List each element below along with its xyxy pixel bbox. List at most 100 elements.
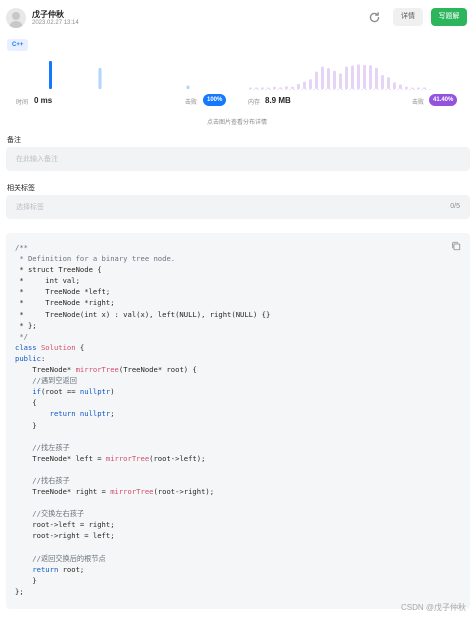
code-line: TreeNode* mirrorTree(TreeNode* root) { bbox=[15, 364, 270, 375]
memory-dist-bar-5 bbox=[279, 87, 282, 89]
code-token: nullptr bbox=[79, 387, 111, 397]
code-line: //交换左右孩子 bbox=[15, 508, 270, 519]
code-line: * int val; bbox=[15, 275, 270, 286]
time-label: 时间 bbox=[16, 100, 29, 106]
time-value: 0 ms bbox=[34, 96, 53, 105]
memory-dist-bar-14 bbox=[333, 70, 336, 89]
user-name[interactable]: 戊子仲秋 bbox=[32, 9, 64, 20]
code-token: root->left = right; bbox=[15, 520, 115, 530]
code-line: class Solution { bbox=[15, 342, 270, 353]
code-line: return root; bbox=[15, 564, 270, 575]
code-token: TreeNode* right = bbox=[15, 487, 111, 497]
memory-dist-bar-8 bbox=[297, 83, 300, 89]
code-line: */ bbox=[15, 331, 270, 342]
memory-dist-bar-21 bbox=[375, 67, 378, 89]
memory-dist-bar-10 bbox=[309, 79, 312, 89]
code-token: //遇到空返回 bbox=[15, 376, 77, 386]
write-solution-button[interactable]: 写题解 bbox=[431, 8, 467, 26]
performance-distribution-chart[interactable] bbox=[0, 55, 474, 93]
code-content[interactable]: /** * Definition for a binary tree node.… bbox=[15, 242, 270, 597]
memory-dist-bar-0 bbox=[249, 87, 252, 89]
code-token: Solution bbox=[40, 342, 76, 352]
code-token: */ bbox=[15, 331, 28, 341]
copy-icon[interactable] bbox=[451, 241, 461, 251]
code-token: nullptr bbox=[79, 409, 111, 419]
code-token: } bbox=[15, 575, 37, 585]
memory-dist-bar-3 bbox=[267, 87, 270, 89]
code-token: { bbox=[15, 398, 37, 408]
code-token: mirrorTree bbox=[110, 487, 154, 497]
code-token: mirrorTree bbox=[75, 365, 119, 375]
tags-label: 相关标签 bbox=[7, 185, 35, 192]
memory-dist-bar-15 bbox=[339, 73, 342, 89]
code-line: TreeNode* left = mirrorTree(root->left); bbox=[15, 453, 270, 464]
code-line: * TreeNode *left; bbox=[15, 286, 270, 297]
tags-field: 0/5 bbox=[6, 195, 470, 219]
time-dist-bar-27 bbox=[186, 85, 190, 89]
note-input[interactable] bbox=[6, 147, 470, 171]
memory-dist-bar-20 bbox=[369, 65, 372, 89]
code-token: (TreeNode* root) { bbox=[118, 365, 197, 375]
memory-dist-bar-4 bbox=[273, 86, 276, 89]
code-token: ; bbox=[110, 409, 115, 419]
code-token: (root->right); bbox=[153, 487, 215, 497]
avatar-body-shape bbox=[9, 21, 23, 28]
code-token: }; bbox=[15, 586, 24, 596]
code-token: return bbox=[49, 409, 80, 419]
memory-dist-bar-1 bbox=[255, 87, 258, 89]
code-line: root->right = left; bbox=[15, 530, 270, 541]
code-token: { bbox=[75, 342, 85, 352]
code-token: TreeNode* bbox=[15, 365, 76, 375]
code-line: root->left = right; bbox=[15, 519, 270, 530]
time-beats-label: 击败 bbox=[185, 100, 198, 106]
code-line: } bbox=[15, 575, 270, 586]
time-dist-bar-11 bbox=[98, 68, 102, 89]
code-line: * struct TreeNode { bbox=[15, 264, 270, 275]
distribution-hint: 点击图片查看分布详情 bbox=[206, 120, 267, 126]
code-token: //交换左右孩子 bbox=[15, 509, 85, 519]
memory-dist-bar-11 bbox=[315, 71, 318, 89]
memory-dist-bar-24 bbox=[393, 82, 396, 89]
code-token: /** bbox=[15, 243, 28, 252]
code-token: * TreeNode *right; bbox=[15, 298, 115, 308]
code-line: return nullptr; bbox=[15, 408, 270, 419]
avatar[interactable] bbox=[6, 8, 26, 28]
refresh-icon[interactable] bbox=[368, 11, 381, 24]
post-date: 2023.02.27 13:14 bbox=[32, 20, 79, 26]
memory-dist-bar-16 bbox=[345, 66, 348, 89]
code-token: (root->left); bbox=[149, 453, 206, 463]
code-token: mirrorTree bbox=[105, 453, 150, 463]
memory-dist-bar-18 bbox=[357, 64, 360, 89]
code-line: * TreeNode(int x) : val(x), left(NULL), … bbox=[15, 309, 270, 320]
code-block: /** * Definition for a binary tree node.… bbox=[6, 233, 470, 609]
code-line: } bbox=[15, 420, 270, 431]
code-token: * }; bbox=[15, 320, 37, 330]
tags-counter: 0/5 bbox=[450, 203, 460, 210]
code-token: root->right = left; bbox=[15, 531, 115, 541]
code-line: { bbox=[15, 397, 270, 408]
code-token: public bbox=[15, 353, 41, 363]
code-token: //找右孩子 bbox=[15, 475, 70, 485]
code-token: TreeNode* left = bbox=[15, 453, 106, 463]
code-token: * int val; bbox=[15, 276, 80, 286]
memory-label: 内存 bbox=[248, 100, 261, 106]
note-field bbox=[6, 147, 470, 171]
code-line: //遇到空返回 bbox=[15, 375, 270, 386]
solution-header: 戊子仲秋 2023.02.27 13:14 详情 写题解 bbox=[0, 0, 474, 36]
memory-dist-bar-17 bbox=[351, 65, 354, 89]
detail-button[interactable]: 详情 bbox=[393, 8, 423, 26]
memory-dist-bar-19 bbox=[363, 64, 366, 89]
code-token: return bbox=[32, 564, 63, 574]
code-line: //返回交换后的根节点 bbox=[15, 553, 270, 564]
tags-select[interactable] bbox=[6, 195, 470, 219]
memory-beats-badge: 41.40% bbox=[429, 94, 458, 106]
code-line: public: bbox=[15, 353, 270, 364]
code-token: (root == bbox=[40, 387, 80, 397]
code-line: if(root == nullptr) bbox=[15, 386, 270, 397]
